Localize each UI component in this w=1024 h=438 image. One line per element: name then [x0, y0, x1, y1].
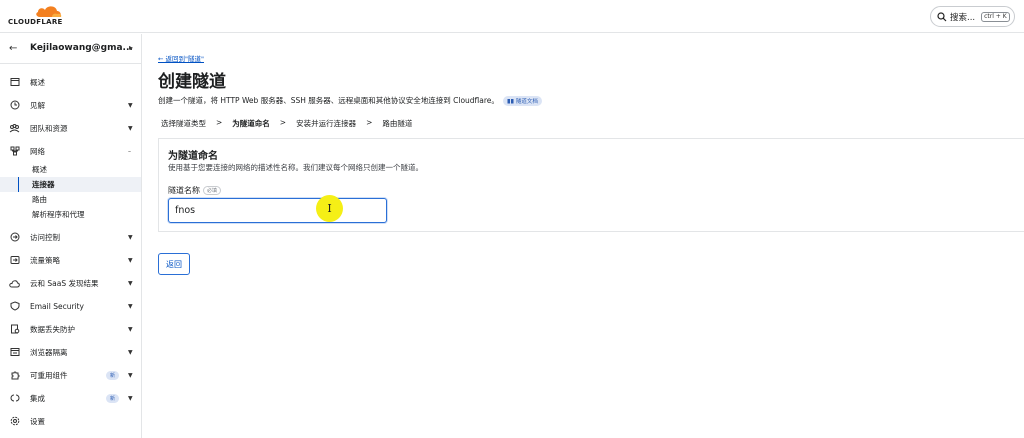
gear-icon	[9, 416, 20, 427]
new-badge: 新	[106, 370, 120, 380]
sidebar-subitem-overview[interactable]: 概述	[0, 162, 141, 177]
sidebar-item-insights[interactable]: 见解 ▼	[0, 95, 141, 115]
page-description: 创建一个隧道，将 HTTP Web 服务器、SSH 服务器、远程桌面和其他协议安…	[158, 95, 542, 106]
email-icon	[9, 301, 20, 312]
sidebar-item-reusable[interactable]: 可重用组件 新 ▼	[0, 365, 141, 385]
puzzle-icon	[9, 370, 20, 381]
chevron-down-icon: ▼	[128, 325, 133, 333]
sidebar-subitem-connectors[interactable]: 连接器	[0, 177, 141, 192]
sidebar-item-label: 集成	[30, 393, 45, 403]
sidebar-item-traffic[interactable]: 流量策略 ▼	[0, 250, 141, 270]
sidebar-item-team[interactable]: 团队和资源 ▼	[0, 118, 141, 138]
sidebar-item-label: 见解	[30, 100, 45, 110]
card-title: 为隧道命名	[168, 151, 218, 162]
chevron-down-icon: ▼	[128, 348, 133, 356]
search-icon	[937, 11, 947, 21]
search-shortcut: ctrl + K	[981, 11, 1010, 22]
dlp-icon	[9, 324, 20, 335]
overview-icon	[9, 77, 20, 88]
sidebar-item-overview[interactable]: 概述	[0, 72, 141, 92]
page-title: 创建隧道	[158, 72, 226, 92]
sidebar-item-cloud-saas[interactable]: 云和 SaaS 发现结果 ▼	[0, 273, 141, 293]
tunnel-name-input[interactable]	[168, 198, 387, 223]
browser-icon	[9, 347, 20, 358]
description-text: 创建一个隧道，将 HTTP Web 服务器、SSH 服务器、远程桌面和其他协议安…	[158, 96, 499, 105]
chevron-up-icon: –	[128, 147, 131, 155]
search-button[interactable]: 搜索... ctrl + K	[930, 6, 1015, 27]
sidebar-item-label: 浏览器隔离	[30, 347, 68, 357]
access-icon	[9, 232, 20, 243]
sidebar-item-access[interactable]: 访问控制 ▼	[0, 227, 141, 247]
step-item-current: 为隧道命名	[232, 119, 270, 128]
search-label: 搜索...	[950, 12, 976, 23]
new-badge: 新	[106, 393, 120, 403]
traffic-icon	[9, 255, 20, 266]
sidebar-item-label: 可重用组件	[30, 370, 68, 380]
doc-badge-label: 隧道文档	[515, 98, 538, 105]
tunnel-docs-link[interactable]: 隧道文档	[502, 95, 542, 106]
sidebar-item-label: 访问控制	[30, 232, 60, 242]
name-tunnel-card: 为隧道命名 使用基于您要连接的网络的描述性名称。我们建议每个网络只创建一个隧道。…	[158, 138, 1024, 232]
sidebar-subitem-resolvers[interactable]: 解析程序和代理	[0, 207, 141, 222]
caret-right-icon: ▸	[129, 43, 134, 52]
sidebar-subitem-label: 解析程序和代理	[32, 210, 85, 219]
sidebar-subitem-routes[interactable]: 路由	[0, 192, 141, 207]
sidebar-item-settings[interactable]: 设置	[0, 411, 141, 431]
logo-text: CLOUDFLARE	[8, 18, 63, 26]
account-name: Kejilaowang@gma...	[30, 43, 133, 53]
chevron-down-icon: ▼	[128, 302, 133, 310]
tunnel-name-label: 隧道名称 必填	[168, 185, 222, 196]
back-button[interactable]: 返回	[158, 253, 190, 275]
back-arrow-icon[interactable]: ←	[9, 43, 17, 54]
sidebar-subitem-label: 路由	[32, 195, 47, 204]
step-item: 路由隧道	[382, 119, 413, 128]
sidebar-item-label: 网络	[30, 146, 45, 156]
sidebar-item-browser-isolation[interactable]: 浏览器隔离 ▼	[0, 342, 141, 362]
step-separator: >	[279, 118, 287, 127]
step-separator: >	[216, 118, 223, 127]
book-icon	[507, 98, 514, 103]
sidebar-item-label: 云和 SaaS 发现结果	[30, 278, 99, 288]
step-breadcrumb: 选择隧道类型 > 为隧道命名 > 安装并运行连接器 > 路由隧道	[161, 118, 412, 129]
chevron-down-icon: ▼	[128, 101, 133, 109]
sidebar-subitem-label: 概述	[32, 165, 47, 174]
cloudflare-logo[interactable]: CLOUDFLARE	[8, 4, 68, 28]
sidebar-item-dlp[interactable]: 数据丢失防护 ▼	[0, 319, 141, 339]
sidebar-item-label: 概述	[30, 77, 45, 87]
sidebar-item-label: 设置	[30, 416, 45, 426]
sidebar-item-label: 流量策略	[30, 255, 60, 265]
main-content: ← 返回到"隧道" 创建隧道 创建一个隧道，将 HTTP Web 服务器、SSH…	[158, 34, 1024, 438]
sidebar-item-label: 团队和资源	[30, 123, 68, 133]
sidebar-item-network[interactable]: 网络 –	[0, 141, 141, 161]
sidebar-subitem-label: 连接器	[32, 180, 55, 189]
step-item: 安装并运行连接器	[296, 119, 357, 128]
chevron-down-icon: ▼	[128, 256, 133, 264]
field-label-text: 隧道名称	[168, 186, 200, 195]
step-item: 选择隧道类型	[161, 119, 206, 128]
account-switcher[interactable]: ← Kejilaowang@gma... ▸	[0, 34, 142, 64]
sidebar-item-label: Email Security	[30, 301, 84, 311]
sidebar-item-email-security[interactable]: Email Security ▼	[0, 296, 141, 316]
sidebar-item-integrations[interactable]: 集成 新 ▼	[0, 388, 141, 408]
team-icon	[9, 123, 20, 134]
step-separator: >	[366, 118, 373, 127]
cloud-icon	[9, 278, 20, 289]
chevron-down-icon: ▼	[128, 233, 133, 241]
chevron-down-icon: ▼	[128, 279, 133, 287]
integration-icon	[9, 393, 20, 404]
top-bar: CLOUDFLARE 搜索... ctrl + K	[0, 0, 1024, 33]
sidebar-item-label: 数据丢失防护	[30, 324, 75, 334]
back-to-tunnels-link[interactable]: ← 返回到"隧道"	[158, 53, 204, 63]
text-cursor-icon: I	[316, 195, 343, 222]
network-icon	[9, 146, 20, 157]
cloud-logo-icon	[36, 6, 62, 17]
chevron-down-icon: ▼	[128, 124, 133, 132]
card-subtitle: 使用基于您要连接的网络的描述性名称。我们建议每个网络只创建一个隧道。	[168, 163, 423, 172]
chevron-down-icon: ▼	[128, 371, 133, 379]
sidebar: ← Kejilaowang@gma... ▸ 概述 见解 ▼ 团队和资源 ▼ 网…	[0, 34, 142, 438]
clock-icon	[9, 100, 20, 111]
required-badge: 必填	[203, 186, 222, 195]
chevron-down-icon: ▼	[128, 394, 133, 402]
